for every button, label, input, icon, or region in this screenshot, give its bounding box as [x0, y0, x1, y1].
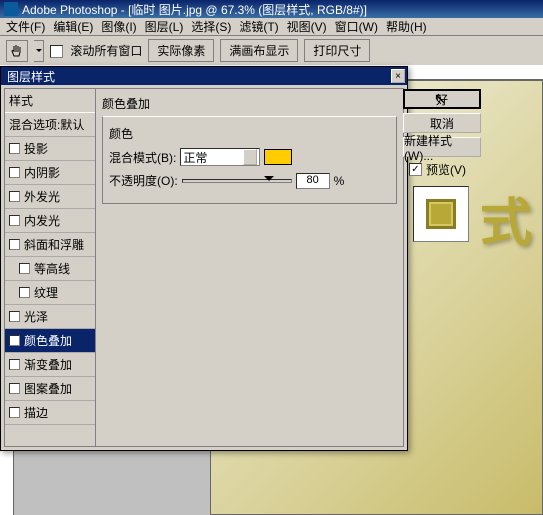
style-checkbox[interactable]	[9, 335, 20, 346]
style-label: 投影	[24, 140, 48, 157]
menu-help[interactable]: 帮助(H)	[386, 18, 427, 35]
preview-toggle[interactable]: 预览(V)	[409, 161, 487, 178]
blend-mode-label: 混合模式(B):	[109, 149, 176, 166]
new-style-button[interactable]: 新建样式(W)...	[403, 137, 481, 157]
blend-mode-value: 正常	[183, 149, 207, 166]
color-swatch[interactable]	[264, 149, 292, 165]
menu-window[interactable]: 窗口(W)	[335, 18, 378, 35]
scroll-all-checkbox[interactable]	[50, 45, 63, 58]
style-item-8[interactable]: 颜色叠加	[5, 329, 95, 353]
styles-list-panel: 样式 混合选项:默认 投影内阴影外发光内发光斜面和浮雕等高线纹理光泽颜色叠加渐变…	[4, 88, 96, 447]
menu-file[interactable]: 文件(F)	[6, 18, 45, 35]
preview-box	[413, 186, 469, 242]
app-icon	[4, 2, 18, 16]
options-bar: 滚动所有窗口 实际像素 满画布显示 打印尺寸	[0, 36, 543, 66]
scroll-all-label: 滚动所有窗口	[70, 44, 142, 58]
preview-swatch	[426, 199, 456, 229]
style-item-0[interactable]: 投影	[5, 137, 95, 161]
style-label: 描边	[24, 404, 48, 421]
style-checkbox[interactable]	[19, 263, 30, 274]
opacity-input[interactable]: 80	[296, 173, 330, 189]
style-label: 等高线	[34, 260, 70, 277]
style-checkbox[interactable]	[9, 191, 20, 202]
fit-screen-button[interactable]: 满画布显示	[220, 39, 298, 62]
style-checkbox[interactable]	[9, 143, 20, 154]
style-label: 纹理	[34, 284, 58, 301]
style-checkbox[interactable]	[9, 311, 20, 322]
style-item-10[interactable]: 图案叠加	[5, 377, 95, 401]
color-group: 颜色 混合模式(B): 正常 不透明度(O): 80	[102, 116, 397, 204]
menu-edit[interactable]: 编辑(E)	[53, 18, 93, 35]
style-label: 渐变叠加	[24, 356, 72, 373]
blend-mode-select[interactable]: 正常	[180, 148, 260, 166]
style-checkbox[interactable]	[9, 383, 20, 394]
layer-style-dialog: 图层样式 × 样式 混合选项:默认 投影内阴影外发光内发光斜面和浮雕等高线纹理光…	[0, 66, 408, 451]
style-item-9[interactable]: 渐变叠加	[5, 353, 95, 377]
actual-pixels-button[interactable]: 实际像素	[148, 39, 214, 62]
dialog-title-text: 图层样式	[7, 68, 55, 85]
sample-text-layer: 式	[480, 181, 532, 256]
canvas-area: 14 16 式 图层样式 × 样式 混合选项:默认 投影内阴影外发光内发光斜面和…	[0, 66, 543, 515]
style-checkbox[interactable]	[9, 167, 20, 178]
section-title: 颜色叠加	[102, 95, 397, 112]
style-label: 外发光	[24, 188, 60, 205]
style-label: 颜色叠加	[24, 332, 72, 349]
style-label: 内发光	[24, 212, 60, 229]
style-item-3[interactable]: 内发光	[5, 209, 95, 233]
opacity-label: 不透明度(O):	[109, 172, 178, 189]
cursor-icon: ↖	[434, 89, 447, 109]
style-checkbox[interactable]	[9, 407, 20, 418]
close-icon[interactable]: ×	[391, 69, 405, 83]
menu-layer[interactable]: 图层(L)	[145, 18, 184, 35]
menu-filter[interactable]: 滤镜(T)	[239, 18, 278, 35]
app-titlebar: Adobe Photoshop - [临时 图片.jpg @ 67.3% (图层…	[0, 0, 543, 18]
opacity-slider[interactable]	[182, 179, 292, 183]
group-label: 颜色	[109, 125, 390, 142]
style-item-1[interactable]: 内阴影	[5, 161, 95, 185]
menu-image[interactable]: 图像(I)	[101, 18, 136, 35]
preview-checkbox[interactable]	[409, 163, 422, 176]
settings-panel: 颜色叠加 颜色 混合模式(B): 正常 不透明度(O):	[96, 88, 404, 447]
dialog-buttons: 好 取消 新建样式(W)... 预览(V)	[403, 89, 487, 242]
style-checkbox[interactable]	[9, 215, 20, 226]
hand-tool-icon[interactable]	[6, 40, 28, 62]
app-title: Adobe Photoshop - [临时 图片.jpg @ 67.3% (图层…	[22, 1, 367, 18]
style-checkbox[interactable]	[9, 239, 20, 250]
style-item-4[interactable]: 斜面和浮雕	[5, 233, 95, 257]
scroll-all-windows[interactable]: 滚动所有窗口	[50, 42, 142, 59]
style-item-6[interactable]: 纹理	[5, 281, 95, 305]
preview-label: 预览(V)	[426, 161, 466, 178]
style-item-5[interactable]: 等高线	[5, 257, 95, 281]
style-item-2[interactable]: 外发光	[5, 185, 95, 209]
style-item-11[interactable]: 描边	[5, 401, 95, 425]
opacity-unit: %	[334, 174, 345, 188]
opacity-thumb[interactable]	[264, 176, 274, 186]
menubar: 文件(F) 编辑(E) 图像(I) 图层(L) 选择(S) 滤镜(T) 视图(V…	[0, 18, 543, 36]
print-size-button[interactable]: 打印尺寸	[304, 39, 370, 62]
style-label: 光泽	[24, 308, 48, 325]
cancel-button[interactable]: 取消	[403, 113, 481, 133]
blend-options-label: 混合选项:默认	[9, 116, 84, 133]
tool-preset-dropdown[interactable]	[34, 40, 44, 62]
style-item-7[interactable]: 光泽	[5, 305, 95, 329]
menu-view[interactable]: 视图(V)	[287, 18, 327, 35]
style-label: 内阴影	[24, 164, 60, 181]
dialog-titlebar[interactable]: 图层样式 ×	[1, 67, 407, 85]
blend-options-item[interactable]: 混合选项:默认	[5, 113, 95, 137]
style-label: 斜面和浮雕	[24, 236, 84, 253]
style-label: 图案叠加	[24, 380, 72, 397]
style-checkbox[interactable]	[19, 287, 30, 298]
styles-header[interactable]: 样式	[5, 89, 95, 113]
menu-select[interactable]: 选择(S)	[191, 18, 231, 35]
style-checkbox[interactable]	[9, 359, 20, 370]
